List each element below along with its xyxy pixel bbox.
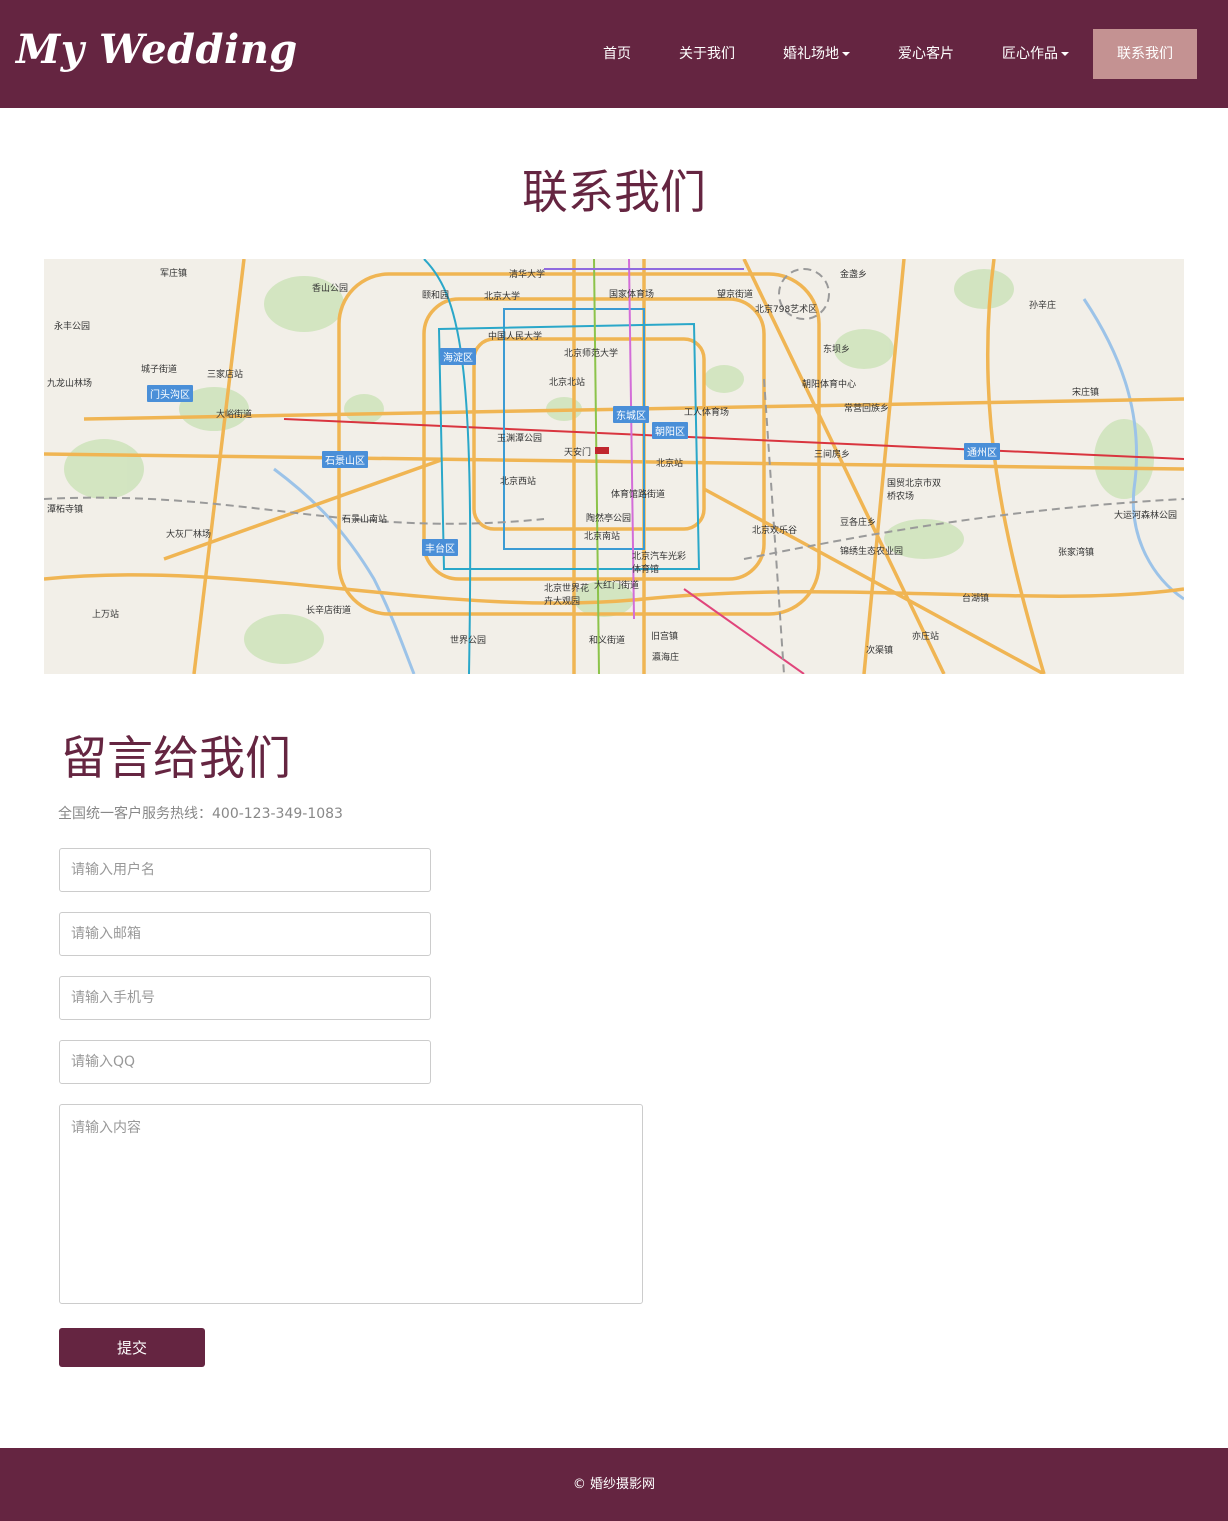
map-place-label: 孙辛庄	[1029, 301, 1057, 311]
map-place-label: 北京师范大学	[564, 349, 619, 359]
map-district-label: 丰台区	[422, 539, 458, 556]
map-place-label: 永丰公园	[54, 322, 91, 332]
map-place-label: 国贸北京市双桥农场	[887, 479, 942, 502]
map-place-label: 香山公园	[312, 284, 349, 294]
username-input[interactable]	[59, 848, 431, 892]
message-content-textarea[interactable]	[59, 1104, 643, 1304]
map-place-label: 北京南站	[584, 532, 621, 542]
map-place-label: 张家湾镇	[1058, 548, 1095, 558]
caret-down-icon	[1061, 52, 1069, 56]
page-footer: © 婚纱摄影网	[0, 1448, 1228, 1521]
map-place-label: 瀛海庄	[652, 653, 680, 663]
map-place-label: 常营回族乡	[844, 404, 890, 414]
qq-input[interactable]	[59, 1040, 431, 1084]
nav-item-client-photos[interactable]: 爱心客片	[874, 29, 978, 79]
map-place-label: 北京站	[656, 459, 684, 469]
map-place-label: 三间房乡	[814, 450, 851, 460]
map-place-label: 北京西站	[500, 477, 537, 487]
map-place-label: 体育馆路街道	[611, 490, 666, 500]
map-place-label: 北京汽车光彩体育馆	[632, 552, 687, 575]
map-place-label: 朝阳体育中心	[802, 380, 857, 390]
map-district-label: 通州区	[964, 443, 1000, 460]
nav-item-label: 联系我们	[1117, 46, 1173, 62]
nav-item-works[interactable]: 匠心作品	[978, 29, 1093, 79]
map-place-label: 大红门街道	[594, 581, 640, 591]
map-place-label: 台湖镇	[962, 594, 990, 604]
map-place-label: 国家体育场	[609, 290, 655, 300]
nav-item-label: 匠心作品	[1002, 46, 1058, 62]
map-place-label: 豆各庄乡	[840, 518, 877, 528]
email-input[interactable]	[59, 912, 431, 956]
map-place-label: 工人体育场	[684, 408, 730, 418]
main-nav: 首页 关于我们 婚礼场地 爱心客片 匠心作品 联系我们	[579, 29, 1197, 79]
footer-copyright: © 婚纱摄影网	[572, 1477, 656, 1492]
map-place-label: 旧宫镇	[651, 632, 679, 642]
nav-item-contact[interactable]: 联系我们	[1093, 29, 1197, 79]
service-hotline: 全国统一客户服务热线：400-123-349-1083	[58, 806, 343, 822]
nav-item-label: 首页	[603, 46, 631, 62]
map-place-label: 次渠镇	[866, 646, 894, 656]
map-district-label: 东城区	[613, 406, 649, 423]
map-place-label: 大运河森林公园	[1114, 511, 1178, 521]
message-section-title: 留言给我们	[61, 731, 291, 785]
map-place-label: 颐和园	[422, 291, 450, 301]
map-place-label: 潭柘寺镇	[47, 505, 84, 515]
map-place-label: 大峪街道	[216, 410, 253, 420]
map-place-label: 玉渊潭公园	[497, 434, 543, 444]
map-place-label: 世界公园	[450, 636, 487, 646]
map-place-label: 宋庄镇	[1072, 388, 1100, 398]
map-place-label: 大灰厂林场	[166, 530, 212, 540]
map-district-label: 门头沟区	[147, 385, 193, 402]
map-district-label: 朝阳区	[652, 422, 688, 439]
nav-item-home[interactable]: 首页	[579, 29, 655, 79]
phone-input[interactable]	[59, 976, 431, 1020]
nav-item-label: 婚礼场地	[783, 46, 839, 62]
map-place-label: 中国人民大学	[488, 332, 543, 342]
location-map[interactable]: 海淀区 门头沟区 东城区 朝阳区 石景山区 丰台区 通州区 军庄镇 香山公园 颐…	[44, 259, 1184, 674]
map-place-label: 北京世界花卉大观园	[544, 584, 590, 607]
map-place-label: 陶然亭公园	[586, 514, 632, 524]
map-place-label: 东坝乡	[823, 345, 851, 355]
nav-item-venues[interactable]: 婚礼场地	[759, 29, 874, 79]
top-navbar: My Wedding 首页 关于我们 婚礼场地 爱心客片 匠心作品 联系我们	[0, 0, 1228, 108]
map-place-label: 九龙山林场	[47, 379, 93, 389]
map-roads	[44, 259, 1184, 674]
nav-item-about[interactable]: 关于我们	[655, 29, 759, 79]
map-place-label: 望京街道	[717, 290, 754, 300]
submit-button[interactable]: 提交	[59, 1328, 205, 1367]
map-place-label: 天安门	[564, 448, 592, 458]
caret-down-icon	[842, 52, 850, 56]
map-place-label: 北京欢乐谷	[752, 526, 798, 536]
page-title: 联系我们	[522, 165, 706, 219]
nav-item-label: 关于我们	[679, 46, 735, 62]
map-place-label: 三家店站	[207, 370, 244, 380]
brand-logo[interactable]: My Wedding	[16, 26, 298, 73]
map-place-label: 北京798艺术区	[755, 305, 818, 315]
map-place-label: 清华大学	[509, 270, 546, 280]
map-place-label: 金盏乡	[840, 270, 868, 280]
map-place-label: 北京北站	[549, 378, 586, 388]
nav-item-label: 爱心客片	[898, 46, 954, 62]
map-place-label: 长辛店街道	[306, 606, 352, 616]
map-place-label: 军庄镇	[160, 269, 188, 279]
map-district-label: 石景山区	[322, 451, 368, 468]
map-district-label: 海淀区	[440, 348, 476, 365]
map-place-label: 城子街道	[141, 365, 178, 375]
map-place-label: 北京大学	[484, 292, 521, 302]
map-place-label: 上万站	[92, 610, 120, 620]
map-place-label: 和义街道	[589, 636, 626, 646]
map-place-label: 亦庄站	[912, 632, 940, 642]
map-place-label: 石景山南站	[342, 515, 388, 525]
map-place-label: 锦绣生态农业园	[840, 547, 904, 557]
